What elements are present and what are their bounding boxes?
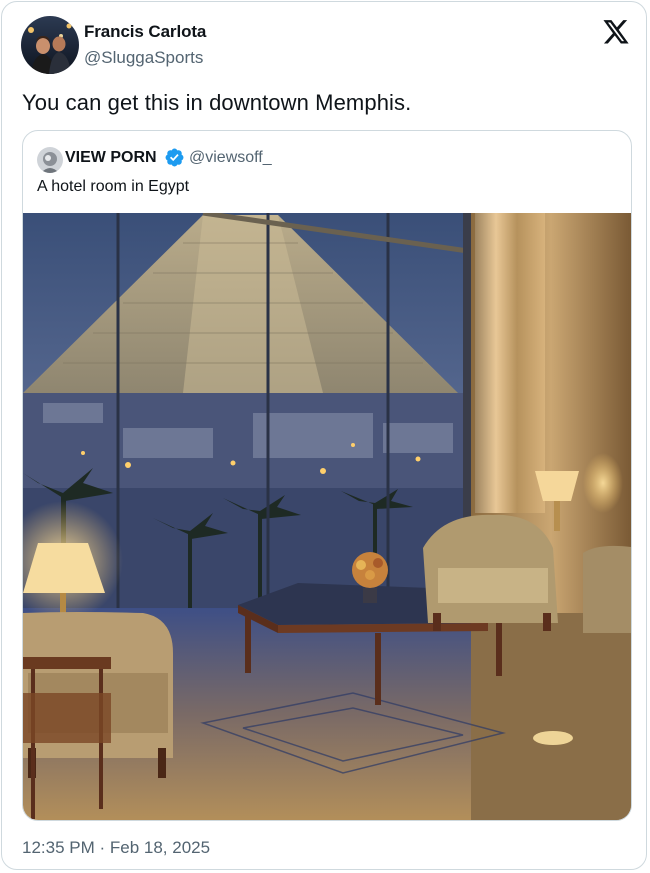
x-logo-icon[interactable] — [602, 20, 630, 46]
author-name[interactable]: Francis Carlota — [84, 22, 206, 42]
quoted-avatar[interactable] — [37, 147, 63, 173]
verified-badge-icon — [164, 147, 185, 168]
quoted-author-name[interactable]: VIEW PORN — [65, 149, 157, 167]
quoted-tweet-text: A hotel room in Egypt — [37, 178, 190, 195]
quoted-author-handle[interactable]: @viewsoff_ — [189, 149, 272, 167]
quoted-tweet[interactable]: VIEW PORN @viewsoff_ A hotel room in Egy… — [22, 130, 632, 821]
author-handle[interactable]: @SluggaSports — [84, 48, 203, 68]
author-avatar[interactable] — [21, 16, 79, 74]
tweet-card: Francis Carlota @SluggaSports You can ge… — [1, 1, 647, 870]
tweet-timestamp[interactable]: 12:35 PM · Feb 18, 2025 — [22, 838, 210, 858]
tweet-text: You can get this in downtown Memphis. — [22, 90, 412, 115]
hotel-room-pyramid-image[interactable] — [23, 213, 631, 821]
